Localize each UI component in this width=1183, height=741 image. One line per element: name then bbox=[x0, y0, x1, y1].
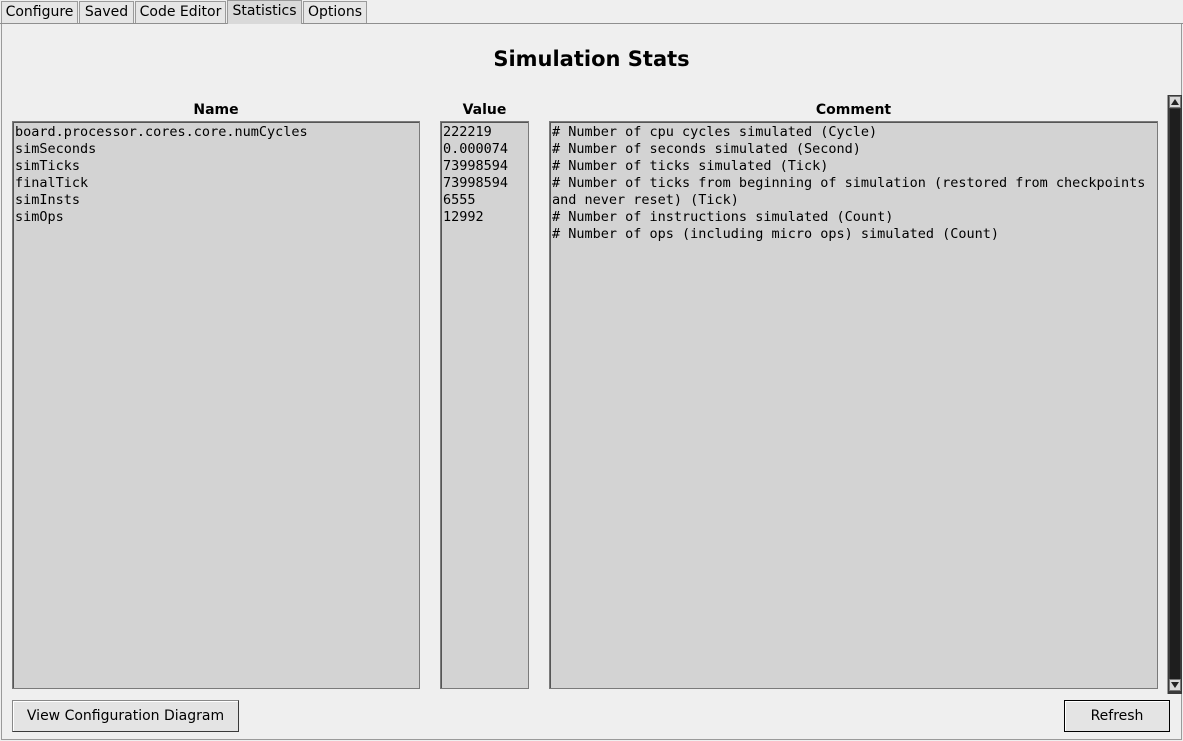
name-column-header: Name bbox=[193, 102, 239, 118]
triangle-up-icon[interactable] bbox=[1169, 96, 1181, 108]
tab-code-editor[interactable]: Code Editor bbox=[135, 1, 226, 23]
value-item[interactable]: 0.000074 bbox=[443, 141, 528, 158]
name-listbox[interactable]: board.processor.cores.core.numCycles sim… bbox=[12, 121, 420, 689]
name-item[interactable]: simInsts bbox=[15, 192, 419, 209]
view-configuration-diagram-button[interactable]: View Configuration Diagram bbox=[12, 700, 239, 732]
comment-item[interactable]: # Number of seconds simulated (Second) bbox=[552, 141, 1153, 158]
comment-item[interactable]: # Number of ops (including micro ops) si… bbox=[552, 226, 1153, 243]
tab-bar: Configure Saved Code Editor Statistics O… bbox=[0, 0, 1183, 24]
comment-column-header: Comment bbox=[815, 102, 892, 118]
name-item[interactable]: board.processor.cores.core.numCycles bbox=[15, 124, 419, 141]
value-item[interactable]: 73998594 bbox=[443, 158, 528, 175]
tab-options[interactable]: Options bbox=[303, 1, 367, 23]
tab-saved[interactable]: Saved bbox=[79, 1, 134, 23]
page-title: Simulation Stats bbox=[493, 47, 690, 71]
name-item[interactable]: finalTick bbox=[15, 175, 419, 192]
value-item[interactable]: 222219 bbox=[443, 124, 528, 141]
refresh-button[interactable]: Refresh bbox=[1064, 700, 1170, 732]
comment-item[interactable]: # Number of ticks simulated (Tick) bbox=[552, 158, 1153, 175]
scrollbar-thumb[interactable] bbox=[1170, 109, 1180, 679]
tab-statistics[interactable]: Statistics bbox=[227, 0, 302, 24]
vertical-scrollbar[interactable] bbox=[1167, 95, 1182, 694]
comment-listbox[interactable]: # Number of cpu cycles simulated (Cycle)… bbox=[549, 121, 1158, 689]
comment-item[interactable]: # Number of instructions simulated (Coun… bbox=[552, 209, 1153, 226]
name-item[interactable]: simTicks bbox=[15, 158, 419, 175]
comment-item[interactable]: # Number of cpu cycles simulated (Cycle) bbox=[552, 124, 1153, 141]
name-item[interactable]: simOps bbox=[15, 209, 419, 226]
value-column-header: Value bbox=[462, 102, 507, 118]
name-item[interactable]: simSeconds bbox=[15, 141, 419, 158]
value-item[interactable]: 12992 bbox=[443, 209, 528, 226]
value-item[interactable]: 6555 bbox=[443, 192, 528, 209]
value-listbox[interactable]: 222219 0.000074 73998594 73998594 6555 1… bbox=[440, 121, 529, 689]
tab-configure[interactable]: Configure bbox=[1, 1, 78, 23]
triangle-down-icon[interactable] bbox=[1169, 679, 1181, 691]
comment-item[interactable]: # Number of ticks from beginning of simu… bbox=[552, 175, 1153, 209]
value-item[interactable]: 73998594 bbox=[443, 175, 528, 192]
